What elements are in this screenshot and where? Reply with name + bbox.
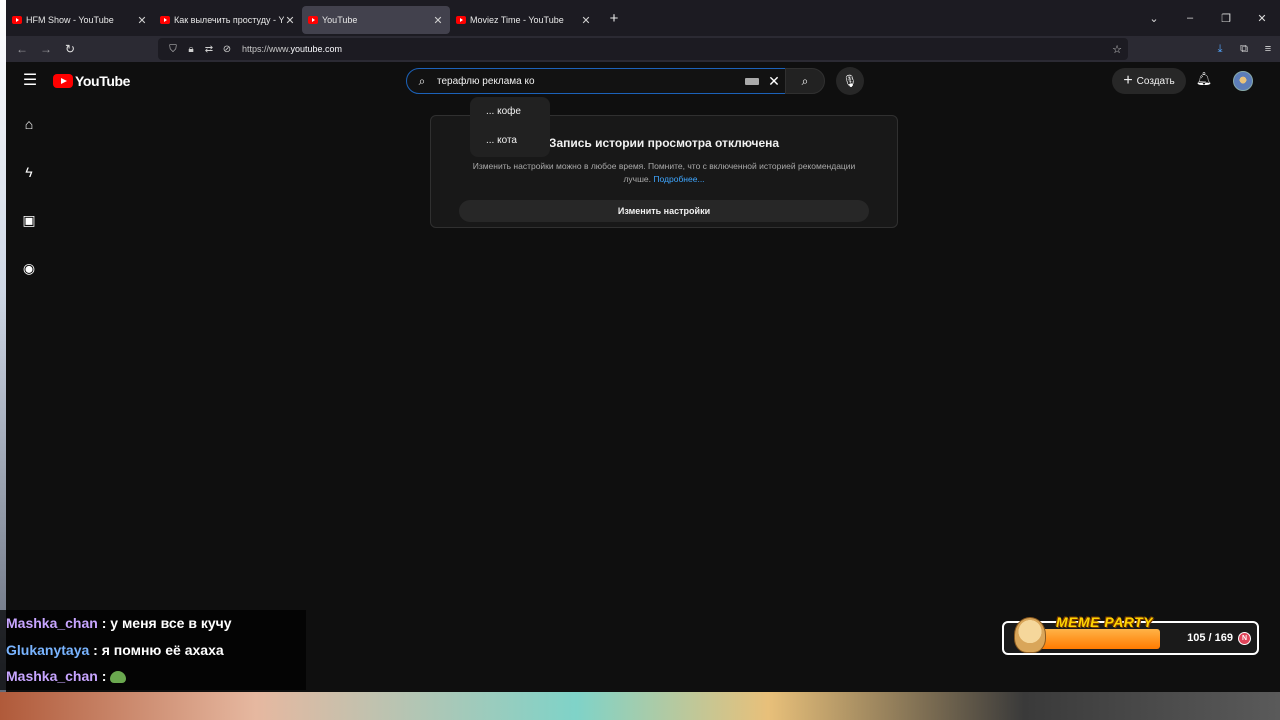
browser-tab[interactable]: Как вылечить простуду - YouTube ✕ [154, 6, 302, 34]
search-suggestions: ... кофе ... кота [470, 97, 550, 157]
chat-username: Mashka_chan [6, 615, 98, 631]
sidebar-item-subscriptions[interactable]: ▣ [6, 196, 52, 244]
back-icon[interactable]: ← [10, 42, 34, 56]
downloads-icon[interactable]: ⤓ [1208, 43, 1232, 56]
chat-text: : у меня все в кучу [97, 615, 232, 631]
coin-icon: N [1238, 632, 1251, 645]
url-text: https://www.youtube.com [242, 44, 343, 54]
youtube-play-icon [53, 74, 73, 88]
doge-icon [1014, 617, 1046, 653]
bowl-emoji-icon [110, 671, 127, 684]
stream-chat-overlay: Mashka_chan : у меня все в кучу Glukanyt… [0, 610, 306, 690]
navigation-bar: ← → ↻ ⛉ 🔒︎ ⇄ ⊘ https://www.youtube.com ☆… [6, 36, 1280, 62]
extensions-icon[interactable]: ⧉ [1232, 43, 1256, 56]
menu-icon[interactable]: ≡ [1256, 43, 1280, 55]
permissions-icon[interactable]: ⇄ [200, 44, 218, 55]
close-tab-icon[interactable]: ✕ [136, 14, 148, 27]
minimize-icon[interactable]: – [1172, 12, 1208, 24]
new-tab-icon[interactable]: + [602, 10, 626, 27]
youtube-logo[interactable]: YouTube [53, 73, 130, 89]
youtube-page: ☰ YouTube ⌕ терафлю реклама ко ✕ ⌕ 🎙︎ + … [6, 62, 1280, 692]
search-button[interactable]: ⌕ [785, 68, 825, 94]
chat-message: Mashka_chan : [6, 663, 306, 690]
browser-tab[interactable]: HFM Show - YouTube ✕ [6, 6, 154, 34]
create-button[interactable]: + Создать [1112, 68, 1186, 94]
tab-title: HFM Show - YouTube [26, 15, 114, 25]
masthead: ☰ YouTube ⌕ терафлю реклама ко ✕ ⌕ 🎙︎ + … [6, 62, 1280, 100]
plus-icon: + [1123, 72, 1133, 89]
sidebar-item-you[interactable]: ◉ [6, 244, 52, 292]
restore-icon[interactable]: ❐ [1208, 12, 1244, 25]
lock-icon[interactable]: 🔒︎ [182, 44, 200, 55]
meme-progress-bar [1040, 629, 1160, 649]
mini-guide: ⌂ ϟ ▣ ◉ [6, 100, 52, 292]
tab-title: Moviez Time - YouTube [470, 15, 564, 25]
learn-more-link[interactable]: Подробнее... [653, 174, 704, 184]
chat-username: Glukanytaya [6, 641, 90, 658]
close-window-icon[interactable]: ✕ [1244, 12, 1280, 25]
clear-search-icon[interactable]: ✕ [765, 73, 783, 90]
notice-body: Изменить настройки можно в любое время. … [472, 161, 856, 184]
youtube-favicon-icon [308, 16, 318, 24]
browser-tab-active[interactable]: YouTube ✕ [302, 6, 450, 34]
youtube-favicon-icon [160, 16, 170, 24]
voice-search-button[interactable]: 🎙︎ [836, 67, 864, 95]
search-query[interactable]: терафлю реклама ко [437, 76, 745, 87]
meme-party-label: MEME PARTY [1056, 614, 1154, 630]
meme-party-widget: MEME PARTY 105 / 169 N [1002, 614, 1259, 655]
autoplay-blocked-icon[interactable]: ⊘ [218, 44, 236, 55]
tab-strip: HFM Show - YouTube ✕ Как вылечить просту… [6, 0, 1280, 36]
close-tab-icon[interactable]: ✕ [580, 14, 592, 27]
microphone-icon: 🎙︎ [842, 74, 858, 88]
chat-username: Mashka_chan [6, 668, 98, 684]
suggestion-item[interactable]: ... кота [470, 126, 550, 155]
you-icon: ◉ [22, 259, 36, 276]
shield-icon[interactable]: ⛉ [164, 44, 182, 55]
search-input[interactable]: ⌕ терафлю реклама ко ✕ [406, 68, 786, 94]
browser-window: HFM Show - YouTube ✕ Как вылечить просту… [6, 0, 1280, 692]
chat-message: Mashka_chan : у меня все в кучу [6, 610, 306, 637]
create-label: Создать [1136, 75, 1175, 87]
avatar[interactable] [1233, 71, 1253, 91]
forward-icon[interactable]: → [34, 42, 58, 56]
url-bar[interactable]: ⛉ 🔒︎ ⇄ ⊘ https://www.youtube.com ☆ [158, 38, 1128, 60]
tab-title: YouTube [322, 15, 358, 25]
stream-backdrop-bottom [0, 692, 1280, 720]
sidebar-item-home[interactable]: ⌂ [6, 100, 52, 148]
chat-text: : [97, 668, 111, 684]
list-tabs-icon[interactable]: ⌄ [1136, 12, 1172, 25]
sidebar-item-shorts[interactable]: ϟ [6, 148, 52, 196]
notifications-bell-icon[interactable]: 🔔︎ [1194, 71, 1214, 91]
guide-menu-icon[interactable]: ☰ [20, 72, 40, 90]
keyboard-icon[interactable] [745, 77, 759, 85]
subscriptions-icon: ▣ [22, 211, 36, 228]
close-tab-icon[interactable]: ✕ [284, 14, 296, 27]
tab-title: Как вылечить простуду - YouTube [174, 15, 284, 25]
toolbar-right: ⤓ ⧉ ≡ [1208, 36, 1280, 62]
chat-text: : я помню её ахаха [89, 641, 224, 658]
shorts-icon: ϟ [25, 164, 33, 180]
logo-wordmark: YouTube [75, 73, 131, 89]
browser-tab[interactable]: Moviez Time - YouTube ✕ [450, 6, 598, 34]
meme-party-count: 105 / 169 [1187, 632, 1233, 644]
change-settings-button[interactable]: Изменить настройки [459, 200, 869, 222]
bookmark-star-icon[interactable]: ☆ [1112, 43, 1122, 56]
close-tab-icon[interactable]: ✕ [432, 14, 444, 27]
reload-icon[interactable]: ↻ [58, 42, 82, 56]
home-icon: ⌂ [24, 116, 34, 132]
youtube-favicon-icon [456, 16, 466, 24]
search-icon: ⌕ [418, 73, 426, 88]
youtube-favicon-icon [12, 16, 22, 24]
window-controls: ⌄ – ❐ ✕ [1136, 0, 1280, 36]
chat-message: Glukanytaya : я помню её ахаха [6, 637, 306, 664]
search-icon: ⌕ [801, 74, 809, 88]
suggestion-item[interactable]: ... кофе [470, 97, 550, 126]
